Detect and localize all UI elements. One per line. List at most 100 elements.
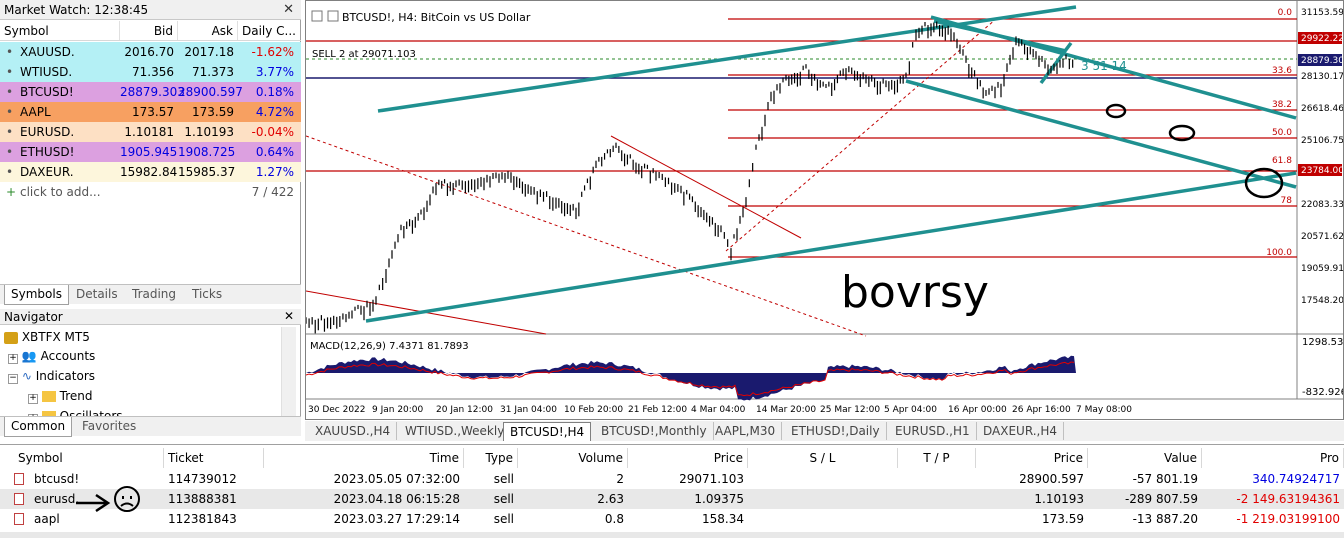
trade-cell-price: 1.09375 <box>694 492 744 506</box>
fibonacci-label: 38.2 <box>1272 100 1292 110</box>
trade-cell-type: sell <box>493 472 514 486</box>
tab-common[interactable]: Common <box>4 417 73 437</box>
symbol-row[interactable]: • AAPL 173.57 173.59 4.72% <box>0 102 301 122</box>
tab-details[interactable]: Details <box>70 285 124 304</box>
navigator-item-indicators[interactable]: − ∿ Indicators <box>8 366 95 386</box>
trade-row[interactable]: aapl 112381843 2023.03.27 17:29:14 sell 0.8 1… <box>0 509 1344 529</box>
trade-column-header[interactable]: T / P <box>898 448 976 468</box>
trade-column-header[interactable]: Symbol <box>14 448 164 468</box>
market-watch-tabs: Symbols Details Trading Ticks <box>0 284 301 305</box>
chart-tab[interactable]: XAUUSD.,H4 <box>309 422 398 440</box>
symbol-marker-icon: • <box>6 145 14 159</box>
chart-title: BTCUSD!, H4: BitCoin vs US Dollar <box>342 11 531 24</box>
chart-tab[interactable]: AAPL,M30 <box>709 422 783 440</box>
trade-column-header[interactable]: Type <box>464 448 518 468</box>
column-header-symbol[interactable]: Symbol <box>0 21 120 40</box>
trade-column-header[interactable]: Ticket <box>164 448 264 468</box>
trade-column-header[interactable]: Value <box>1088 448 1202 468</box>
price-tick: 25106.75 <box>1301 136 1343 146</box>
bid-cell: 1.10181 <box>124 125 174 139</box>
symbol-row[interactable]: • BTCUSD! 28879.303 28900.597 0.18% <box>0 82 301 102</box>
symbol-marker-icon: • <box>6 45 14 59</box>
folder-icon <box>41 391 56 402</box>
bid-cell: 28879.303 <box>120 85 185 99</box>
price-chart[interactable]: bovrsy 3 51 14 BTCUSD!, H4: BitCoin vs U… <box>305 0 1344 420</box>
close-icon[interactable]: ✕ <box>284 309 294 323</box>
trade-column-header[interactable]: Price <box>976 448 1088 468</box>
tab-trading[interactable]: Trading <box>126 285 182 304</box>
tab-favorites[interactable]: Favorites <box>76 417 142 436</box>
trade-cell-volume: 2 <box>616 472 624 486</box>
chart-tab[interactable]: EURUSD.,H1 <box>889 422 977 440</box>
symbol-cell: • ETHUSD! <box>0 142 120 162</box>
navigator-item-trend[interactable]: + Trend <box>28 386 93 406</box>
daily-change-cell: 0.64% <box>255 145 294 159</box>
fibonacci-label: 61.8 <box>1272 156 1292 166</box>
tab-ticks[interactable]: Ticks <box>186 285 228 304</box>
collapse-icon[interactable]: − <box>8 374 18 384</box>
chart-type-icon[interactable] <box>327 10 339 22</box>
indicators-icon: ∿ <box>21 369 32 383</box>
time-tick: 9 Jan 20:00 <box>372 405 424 415</box>
symbol-marker-icon: • <box>6 125 14 139</box>
symbol-row[interactable]: • EURUSD. 1.10181 1.10193 -0.04% <box>0 122 301 142</box>
symbol-cell: • EURUSD. <box>0 122 120 142</box>
trade-column-header[interactable]: Pro <box>1202 448 1344 468</box>
close-icon[interactable]: ✕ <box>283 2 294 17</box>
chart-tab[interactable]: ETHUSD!,Daily <box>785 422 887 440</box>
expand-icon[interactable]: + <box>8 354 18 364</box>
symbol-marker-icon: • <box>6 65 14 79</box>
symbol-row[interactable]: • DAXEUR. 15982.84 15985.37 1.27% <box>0 162 301 182</box>
column-header-bid[interactable]: Bid <box>120 21 178 40</box>
chart-menu-icon[interactable] <box>311 10 323 22</box>
chart-tab[interactable]: WTIUSD.,Weekly <box>399 422 512 440</box>
symbol-row[interactable]: • ETHUSD! 1905.945 1908.725 0.64% <box>0 142 301 162</box>
time-tick: 4 Mar 04:00 <box>691 405 746 415</box>
time-tick: 16 Apr 00:00 <box>948 405 1007 415</box>
symbol-marker-icon: • <box>6 165 14 179</box>
price-tick: 29922.22 <box>1301 34 1343 44</box>
daily-change-cell: 4.72% <box>255 105 294 119</box>
add-symbol-row[interactable]: + click to add... 7 / 422 <box>0 182 301 202</box>
trade-row[interactable]: eurusd. 113888381 2023.04.18 06:15:28 sell 2… <box>0 489 1344 509</box>
chart-tab[interactable]: BTCUSD!,Monthly <box>595 422 714 440</box>
order-icon <box>14 473 24 485</box>
chart-tabs: XAUUSD.,H4 WTIUSD.,Weekly BTCUSD!,H4 BTCUSD… <box>305 421 1344 441</box>
trade-column-header[interactable]: Price <box>628 448 748 468</box>
chart-canvas[interactable]: bovrsy 3 51 14 BTCUSD!, H4: BitCoin vs U… <box>305 1 1344 419</box>
column-header-daily-change[interactable]: Daily C... <box>238 21 298 40</box>
trade-row[interactable]: btcusd! 114739012 2023.05.05 07:32:00 sell 2… <box>0 469 1344 489</box>
sell-order-label[interactable]: SELL 2 at 29071.103 <box>312 49 416 60</box>
tab-symbols[interactable]: Symbols <box>4 285 69 305</box>
column-header-ask[interactable]: Ask <box>178 21 238 40</box>
ask-cell: 2017.18 <box>184 45 234 59</box>
navigator-scrollbar[interactable] <box>281 327 296 425</box>
expand-icon[interactable]: + <box>28 394 38 404</box>
chart-tab[interactable]: BTCUSD!,H4 <box>503 422 592 441</box>
price-tick: 22083.33 <box>1301 200 1343 210</box>
navigator-root[interactable]: XBTFX MT5 <box>4 327 90 347</box>
trade-column-header[interactable]: S / L <box>748 448 898 468</box>
handwritten-text: bovrsy <box>841 267 989 318</box>
daily-change-cell: -1.62% <box>251 45 294 59</box>
bid-cell: 1905.945 <box>120 145 178 159</box>
bid-cell: 71.356 <box>132 65 174 79</box>
navigator-item-label: Trend <box>59 389 93 403</box>
trade-column-header[interactable]: Time <box>264 448 464 468</box>
price-tick: 28130.17 <box>1301 72 1343 82</box>
symbol-cell: • BTCUSD! <box>0 82 120 102</box>
bid-cell: 173.57 <box>132 105 174 119</box>
symbol-row[interactable]: • XAUUSD. 2016.70 2017.18 -1.62% <box>0 42 301 62</box>
trade-column-header[interactable]: Volume <box>518 448 628 468</box>
price-tick: 20571.62 <box>1301 232 1343 242</box>
symbol-cell: • AAPL <box>0 102 120 122</box>
navigator-item-accounts[interactable]: + 👥 Accounts <box>8 346 95 366</box>
trade-cell-cur: 28900.597 <box>1019 472 1084 486</box>
trade-cell-volume: 0.8 <box>604 512 624 526</box>
price-tick: 31153.59 <box>1301 8 1343 18</box>
symbol-cell: • DAXEUR. <box>0 162 120 182</box>
chart-tab[interactable]: DAXEUR.,H4 <box>977 422 1065 440</box>
symbol-row[interactable]: • WTIUSD. 71.356 71.373 3.77% <box>0 62 301 82</box>
macd-tick-bottom: -832.9264 <box>1302 387 1343 398</box>
order-icon <box>14 513 24 525</box>
